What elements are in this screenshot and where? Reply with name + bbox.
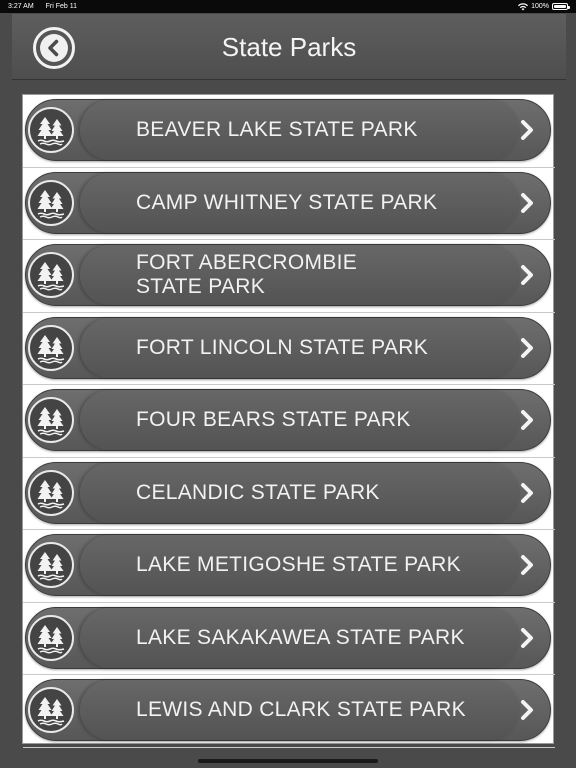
chevron-right-icon [521, 700, 533, 720]
list-item-1: BEAVER LAKE STATE PARK [23, 95, 555, 168]
list-item-6: CELANDIC STATE PARK [23, 458, 555, 530]
pine-trees-water-icon-graphic [37, 262, 65, 291]
chevron-right-icon [521, 410, 533, 430]
pine-trees-water-icon-graphic [37, 407, 65, 436]
park-name: BEAVER LAKE STATE PARK [136, 118, 418, 141]
park-button[interactable]: LAKE SAKAKAWEA STATE PARK [25, 606, 551, 669]
pine-trees-water-icon [28, 107, 74, 153]
list-item-3: FORT ABERCROMBIE STATE PARK [23, 240, 555, 313]
park-button[interactable]: CELANDIC STATE PARK [25, 461, 551, 524]
park-name: FOUR BEARS STATE PARK [136, 408, 411, 431]
pine-trees-water-icon [28, 469, 74, 516]
chevron-right-icon [521, 482, 533, 503]
chevron-right-icon [521, 337, 533, 358]
header-bar: State Parks [12, 14, 566, 80]
status-bar: 3:27 AM Fri Feb 11 100% [0, 0, 576, 13]
park-button[interactable]: BEAVER LAKE STATE PARK [25, 99, 551, 161]
park-button[interactable]: LEWIS AND CLARK STATE PARK [25, 679, 551, 741]
pine-trees-water-icon-graphic [37, 479, 65, 508]
park-name: CELANDIC STATE PARK [136, 480, 380, 504]
list-item-2: CAMP WHITNEY STATE PARK [23, 168, 555, 240]
park-button[interactable]: CAMP WHITNEY STATE PARK [25, 171, 551, 234]
pine-trees-water-icon-graphic [37, 117, 65, 146]
pine-trees-water-icon [28, 252, 74, 298]
status-left: 3:27 AM Fri Feb 11 [8, 3, 87, 10]
park-button[interactable]: FOUR BEARS STATE PARK [25, 389, 551, 451]
pine-trees-water-icon-graphic [37, 697, 65, 726]
pine-trees-water-icon-graphic [37, 334, 65, 363]
park-name: FORT ABERCROMBIE STATE PARK [136, 251, 358, 298]
screen: 3:27 AM Fri Feb 11 100% State Parks BEAV… [0, 0, 576, 768]
pine-trees-water-icon-graphic [37, 189, 65, 218]
park-list: BEAVER LAKE STATE PARK CAMP WHITNEY STAT… [22, 94, 555, 748]
pine-trees-water-icon-graphic [37, 624, 65, 653]
list-item-7: LAKE METIGOSHE STATE PARK [23, 530, 555, 603]
park-name: LAKE SAKAKAWEA STATE PARK [136, 625, 465, 649]
chevron-right-icon [521, 627, 533, 648]
list-item-5: FOUR BEARS STATE PARK [23, 385, 555, 458]
park-name: FORT LINCOLN STATE PARK [136, 335, 429, 359]
battery-percent: 100% [531, 3, 549, 10]
status-time: 3:27 AM [8, 3, 34, 10]
home-indicator [198, 759, 378, 763]
battery-fill [554, 5, 566, 8]
status-right: 100% [518, 2, 570, 11]
chevron-right-icon [521, 265, 533, 285]
park-button[interactable]: FORT LINCOLN STATE PARK [25, 316, 551, 379]
pine-trees-water-icon [28, 324, 74, 371]
chevron-right-icon [521, 120, 533, 140]
park-button[interactable]: LAKE METIGOSHE STATE PARK [25, 534, 551, 596]
status-date: Fri Feb 11 [45, 3, 78, 10]
park-name: LAKE METIGOSHE STATE PARK [136, 553, 461, 576]
chevron-right-icon [521, 192, 533, 213]
pine-trees-water-icon [28, 687, 74, 733]
list-item-8: LAKE SAKAKAWEA STATE PARK [23, 603, 555, 675]
park-button[interactable]: FORT ABERCROMBIE STATE PARK [25, 244, 551, 306]
list-item-9: LEWIS AND CLARK STATE PARK [23, 675, 555, 748]
chevron-right-icon [521, 555, 533, 575]
park-name: CAMP WHITNEY STATE PARK [136, 190, 438, 214]
battery-icon [552, 3, 570, 10]
pine-trees-water-icon [28, 179, 74, 226]
pine-trees-water-icon [28, 397, 74, 443]
list-item-4: FORT LINCOLN STATE PARK [23, 313, 555, 385]
park-name: LEWIS AND CLARK STATE PARK [136, 698, 466, 721]
pine-trees-water-icon-graphic [37, 552, 65, 581]
wifi-icon [518, 2, 529, 10]
page-title: State Parks [221, 32, 357, 62]
pine-trees-water-icon [28, 614, 74, 661]
pine-trees-water-icon [28, 542, 74, 588]
